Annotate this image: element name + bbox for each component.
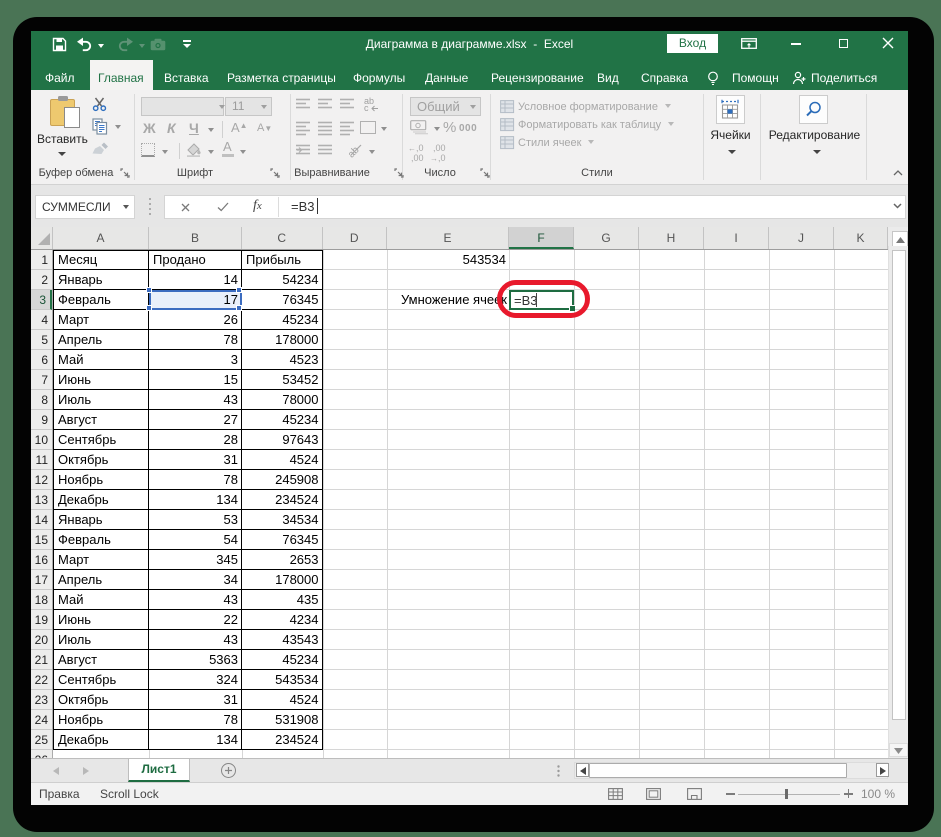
- svg-text:c: c: [364, 103, 369, 113]
